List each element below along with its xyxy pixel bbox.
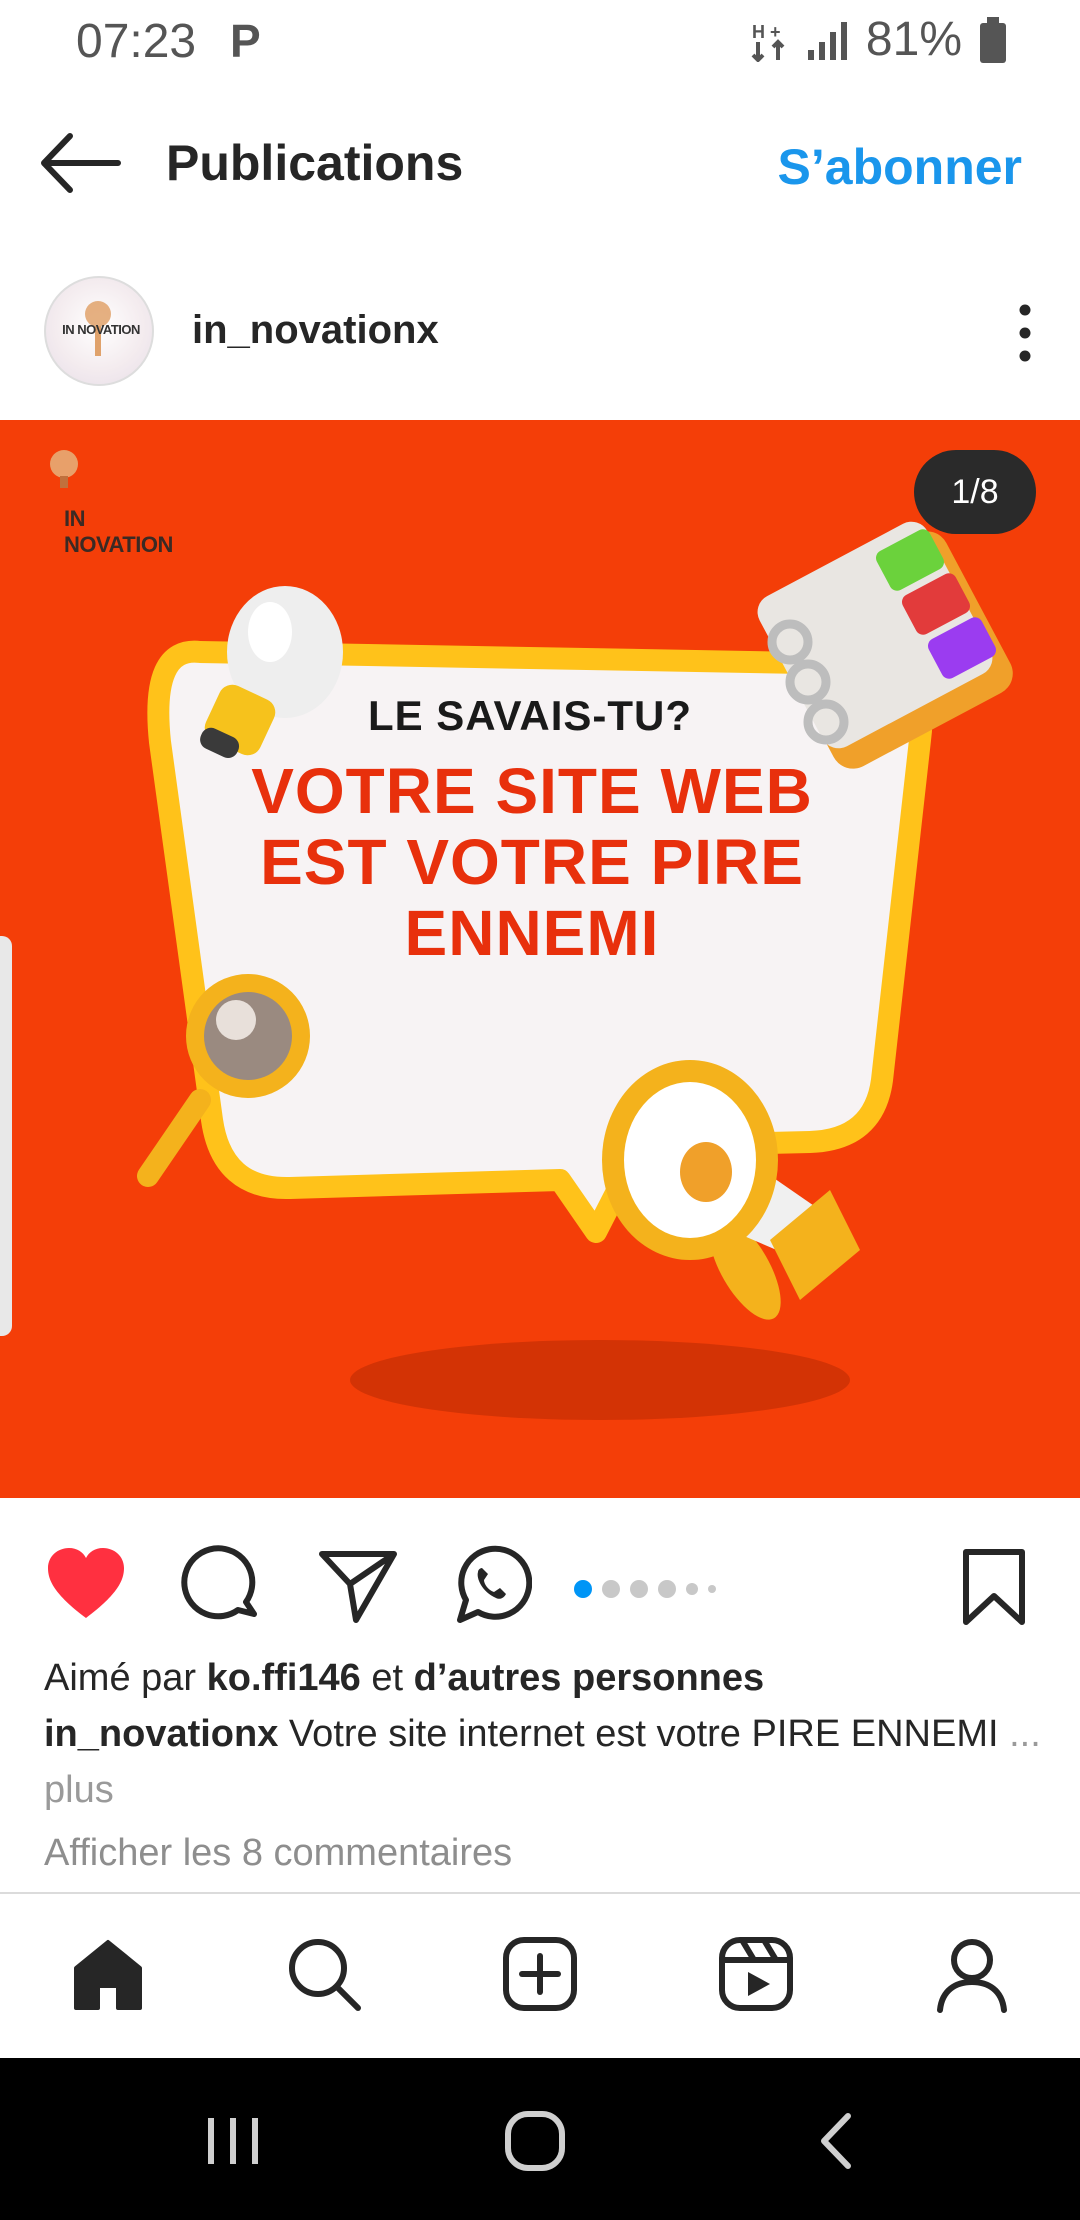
comment-button[interactable] bbox=[180, 1544, 264, 1628]
svg-text:H: H bbox=[752, 22, 765, 42]
battery-percent: 81% bbox=[865, 13, 962, 66]
brand-logo-text: IN NOVATION bbox=[64, 506, 173, 557]
save-button[interactable] bbox=[952, 1544, 1036, 1628]
carousel-dot bbox=[708, 1585, 716, 1593]
carousel-dot bbox=[686, 1583, 698, 1595]
arrow-left-icon bbox=[41, 133, 121, 193]
view-comments-link[interactable]: Afficher les 8 commentaires bbox=[44, 1832, 512, 1875]
reels-icon bbox=[719, 1937, 793, 2011]
caption-author[interactable]: in_novationx bbox=[44, 1713, 278, 1755]
profile-icon bbox=[937, 1939, 1007, 2013]
system-home-button[interactable] bbox=[500, 2106, 570, 2176]
caption-text: in_novationx Votre site internet est vot… bbox=[44, 1706, 1044, 1818]
home-icon bbox=[74, 1940, 142, 2010]
nav-home[interactable] bbox=[66, 1932, 150, 2016]
carousel-dot bbox=[658, 1580, 676, 1598]
nav-profile[interactable] bbox=[930, 1932, 1014, 2016]
bookmark-icon bbox=[963, 1549, 1025, 1625]
home-button-icon bbox=[505, 2111, 565, 2171]
carousel-dot bbox=[602, 1580, 620, 1598]
parking-notification-icon: P bbox=[230, 15, 261, 67]
more-options-button[interactable] bbox=[1000, 298, 1050, 368]
post-header: IN NOVATION in_novationx bbox=[0, 258, 1080, 406]
image-kicker: LE SAVAIS-TU? bbox=[367, 692, 693, 739]
recents-icon bbox=[208, 2118, 258, 2164]
brand-logo: IN NOVATION bbox=[30, 442, 190, 557]
page-title: Publications bbox=[166, 135, 464, 191]
bottom-navigation bbox=[0, 1892, 1080, 2056]
share-button[interactable] bbox=[316, 1544, 400, 1628]
carousel-dot-active bbox=[574, 1580, 592, 1598]
likes-middle: et bbox=[360, 1657, 414, 1699]
nav-search[interactable] bbox=[282, 1932, 366, 2016]
system-navigation bbox=[0, 2058, 1080, 2220]
whatsapp-icon bbox=[457, 1545, 533, 1623]
post-username[interactable]: in_novationx bbox=[192, 308, 439, 353]
data-arrows-icon: H + bbox=[751, 22, 785, 62]
avatar[interactable]: IN NOVATION bbox=[44, 276, 154, 386]
like-button[interactable] bbox=[44, 1544, 128, 1628]
carousel-counter: 1/8 bbox=[914, 450, 1036, 534]
send-icon bbox=[319, 1551, 397, 1623]
create-icon bbox=[503, 1937, 577, 2011]
status-bar: 07:23 P H + 81% bbox=[0, 0, 1080, 88]
likes-line[interactable]: Aimé par ko.ffi146 et d’autres personnes bbox=[44, 1650, 1044, 1706]
recents-button[interactable] bbox=[198, 2106, 268, 2176]
status-right-icons: H + 81% bbox=[750, 12, 1008, 67]
post-image[interactable]: IN NOVATION 1/8 LE SAVAIS-TU? VOTRE SITE… bbox=[0, 420, 1080, 1498]
system-back-button[interactable] bbox=[804, 2106, 874, 2176]
carousel-dot bbox=[630, 1580, 648, 1598]
likes-user[interactable]: ko.ffi146 bbox=[207, 1657, 361, 1699]
back-icon bbox=[821, 2113, 851, 2169]
status-time: 07:23 bbox=[76, 15, 197, 68]
avatar-text: IN NOVATION bbox=[62, 322, 140, 337]
nav-create[interactable] bbox=[498, 1932, 582, 2016]
app-header: Publications S’abonner bbox=[0, 100, 1080, 230]
signal-icon bbox=[807, 21, 847, 60]
caption-body: Votre site internet est votre PIRE ENNEM… bbox=[278, 1713, 1010, 1755]
whatsapp-button[interactable] bbox=[448, 1544, 533, 1628]
edge-panel-handle[interactable] bbox=[0, 936, 12, 1336]
battery-icon bbox=[980, 16, 1006, 63]
carousel-dots bbox=[574, 1580, 716, 1598]
likes-prefix: Aimé par bbox=[44, 1657, 207, 1699]
comment-icon bbox=[181, 1545, 257, 1620]
vertical-dots-icon bbox=[1019, 304, 1031, 362]
svg-text:+: + bbox=[770, 22, 781, 42]
nav-reels[interactable] bbox=[714, 1932, 798, 2016]
heart-icon bbox=[48, 1548, 124, 1618]
follow-button[interactable]: S’abonner bbox=[778, 138, 1022, 196]
likes-others[interactable]: d’autres personnes bbox=[414, 1657, 765, 1699]
image-headline: VOTRE SITE WEB EST VOTRE PIRE ENNEMI bbox=[251, 755, 813, 969]
post-actions bbox=[0, 1500, 1080, 1660]
post-caption: Aimé par ko.ffi146 et d’autres personnes… bbox=[44, 1650, 1044, 1818]
back-button[interactable] bbox=[38, 128, 126, 198]
search-icon bbox=[289, 1939, 361, 2011]
